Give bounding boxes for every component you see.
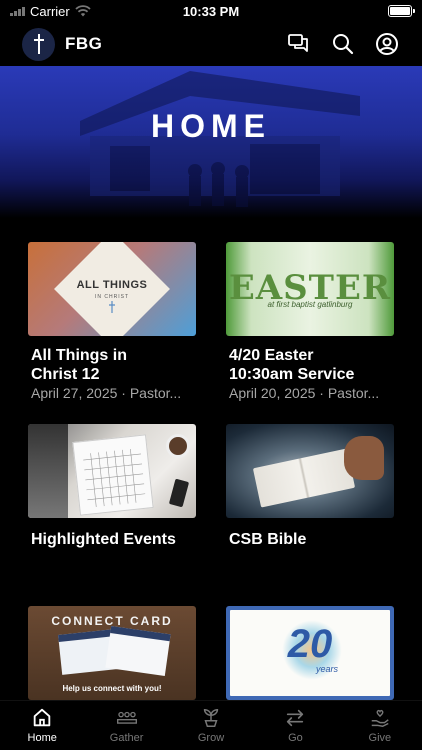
hero-banner: HOME [0,66,422,218]
plant-icon [203,709,219,727]
small-cross-icon [109,300,115,313]
card-title: 4/20 Easter 10:30am Service [226,346,394,384]
thumb-title: 20 [287,622,333,666]
tab-give[interactable]: Give [338,701,422,750]
card-meta: April 27, 2025 · Pastor... [31,385,182,401]
card-meta: April 20, 2025 · Pastor... [229,385,380,401]
card-thumbnail: EASTER at first baptist gatlinburg [226,242,394,336]
tab-label: Home [27,732,57,744]
card-thumbnail: CONNECT CARD Help us connect with you! [28,606,196,700]
media-card-easter[interactable]: EASTER at first baptist gatlinburg 4/20 … [226,242,394,401]
carrier-label: Carrier [30,3,70,19]
media-card-connect-card[interactable]: CONNECT CARD Help us connect with you! [28,606,196,700]
header-actions [286,31,400,57]
arrows-icon [287,709,304,727]
card-title: CSB Bible [229,531,307,548]
home-icon [33,708,51,727]
tab-grow[interactable]: Grow [169,701,253,750]
app-header: FBG [0,22,422,66]
search-icon[interactable] [330,31,356,57]
thumb-subtitle: Help us connect with you! [62,684,162,693]
thumb-title: ALL THINGS [76,279,148,291]
tab-label: Go [288,732,303,744]
hand-image [344,436,384,480]
card-title: Highlighted Events [31,531,176,548]
give-hand-icon [371,709,389,727]
status-bar: Carrier 10:33 PM [0,0,422,22]
wifi-icon [75,5,91,17]
thumb-subtitle: years [316,664,339,674]
card-thumbnail: ALL THINGS IN CHRIST [28,242,196,336]
tab-label: Give [368,732,392,744]
card-thumbnail [28,424,196,518]
app-title: FBG [65,34,103,53]
card-thumbnail: 20 years [226,606,394,700]
page-title: HOME [151,108,271,144]
battery-icon [388,5,415,17]
tab-home[interactable]: Home [0,701,84,750]
card-title-line: All Things in [31,347,127,364]
open-bible-image [252,448,356,508]
connect-card-image [105,626,171,676]
media-card-highlighted-events[interactable]: Highlighted Events [28,424,196,549]
tab-label: Gather [109,732,144,744]
card-title: All Things in Christ 12 [28,346,196,384]
card-thumbnail [226,424,394,518]
media-card-csb-bible[interactable]: CSB Bible [226,424,394,549]
tab-bar: Home Gather Grow Go Give [0,700,422,750]
media-card-anniversary[interactable]: 20 years [226,606,394,700]
people-icon [116,711,137,724]
status-left: Carrier [10,4,91,19]
phone-image [168,478,190,508]
tab-go[interactable]: Go [253,701,337,750]
tab-gather[interactable]: Gather [84,701,168,750]
signal-icon [10,6,25,16]
coffee-cup-image [166,434,190,458]
card-title-line: 4/20 Easter [229,347,314,364]
profile-icon[interactable] [374,31,400,57]
chat-icon[interactable] [286,31,312,57]
tab-label: Grow [197,732,225,744]
card-title-line: Christ 12 [31,366,100,383]
thumb-subtitle: at first baptist gatlinburg [267,300,353,309]
calendar-image [72,434,154,516]
media-card-all-things[interactable]: ALL THINGS IN CHRIST All Things in Chris… [28,242,196,401]
card-title-line: 10:30am Service [229,366,355,383]
cross-logo-icon[interactable] [22,27,55,61]
